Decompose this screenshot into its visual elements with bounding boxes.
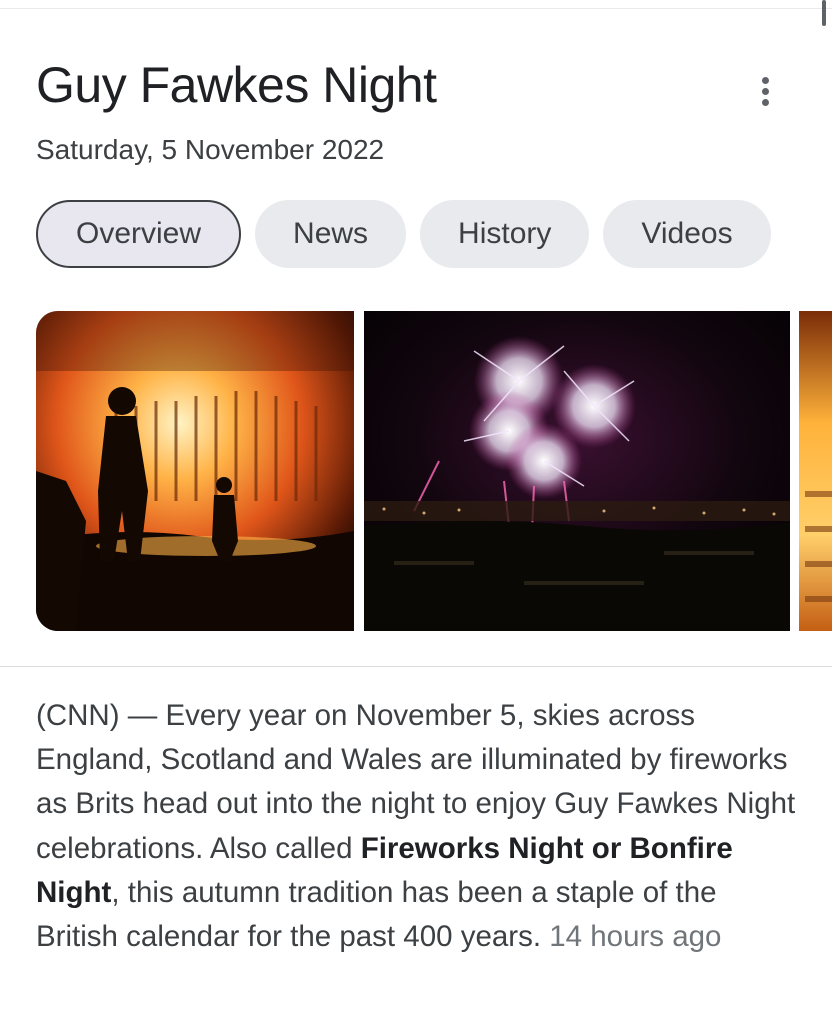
snippet-timestamp: 14 hours ago: [549, 920, 722, 954]
event-date: Saturday, 5 November 2022: [36, 134, 385, 165]
bonfire-image-partial[interactable]: [799, 311, 832, 631]
page-title: Guy Fawkes Night: [36, 57, 437, 113]
bonfire-image[interactable]: [36, 311, 354, 631]
tab-news[interactable]: News: [255, 200, 407, 268]
top-divider: [0, 0, 832, 9]
fireworks-image[interactable]: [364, 311, 790, 631]
more-vert-icon[interactable]: [750, 74, 780, 114]
scrollbar[interactable]: [822, 0, 826, 26]
tab-videos[interactable]: Videos: [603, 200, 771, 268]
news-snippet[interactable]: (CNN) — Every year on November 5, skies …: [36, 694, 796, 959]
image-carousel[interactable]: [36, 311, 832, 631]
tab-bar: Overview News History Videos: [36, 200, 771, 268]
tab-overview[interactable]: Overview: [36, 200, 242, 268]
section-divider: [0, 666, 832, 667]
tab-history[interactable]: History: [420, 200, 590, 268]
